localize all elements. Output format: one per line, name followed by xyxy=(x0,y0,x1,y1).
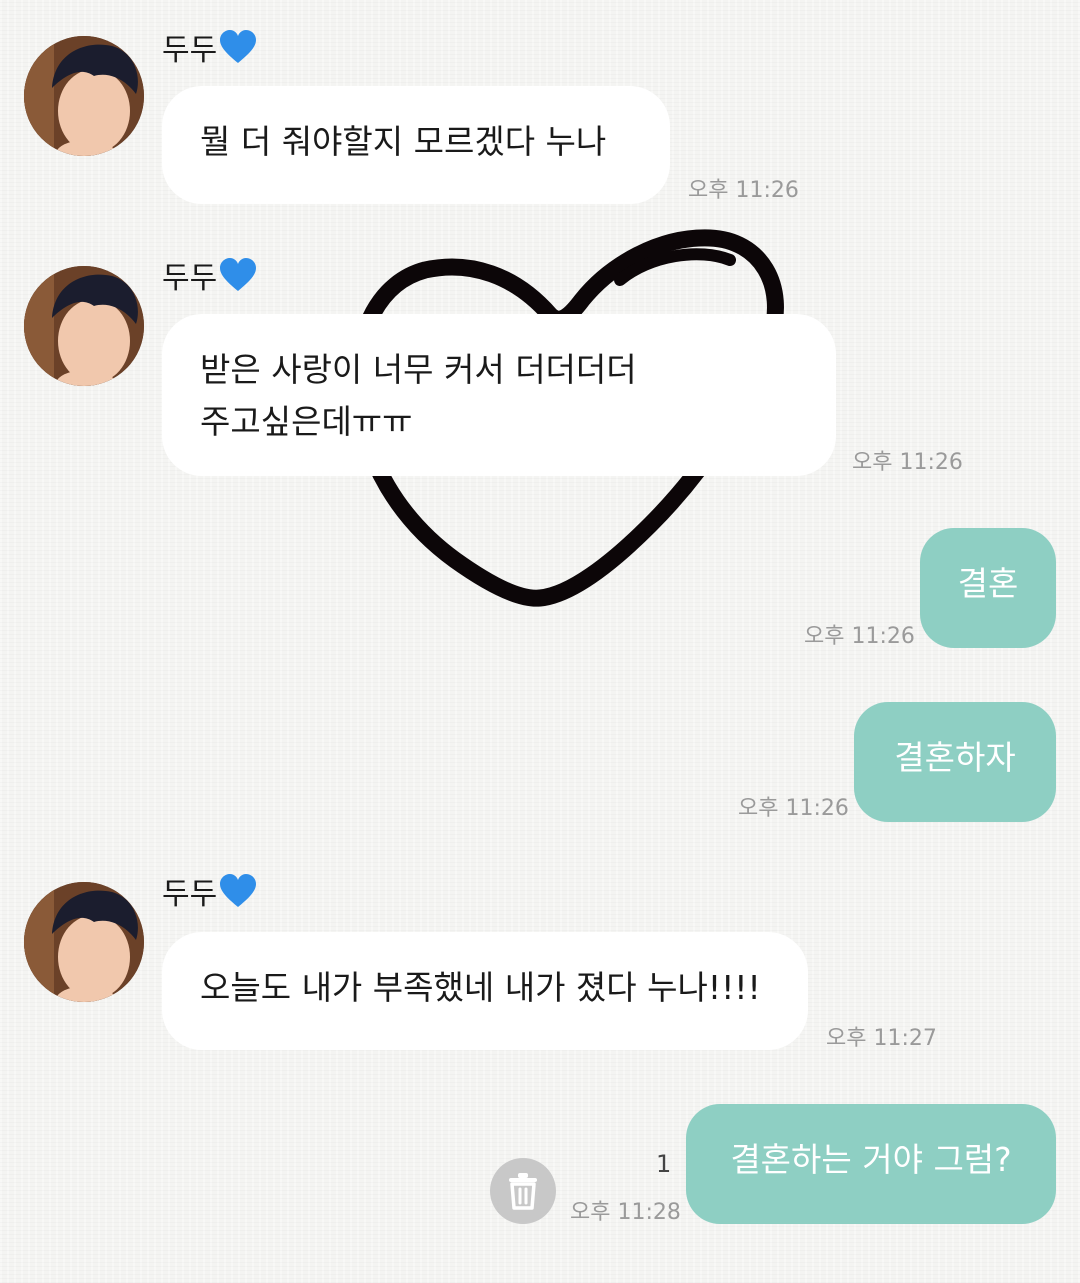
sender-name-text: 두두 xyxy=(162,877,218,912)
message-text-line: 주고싶은데ㅠㅠ xyxy=(200,402,413,441)
message-time: 오후 11:26 xyxy=(688,178,799,203)
message-time: 오후 11:27 xyxy=(826,1026,937,1051)
unread-count: 1 xyxy=(656,1150,672,1178)
message-text: 오늘도 내가 부족했네 내가 졌다 누나!!!! xyxy=(200,968,761,1007)
message-text: 결혼하는 거야 그럼? xyxy=(730,1140,1012,1179)
sender-avatar[interactable] xyxy=(24,266,144,386)
message-time: 오후 11:26 xyxy=(852,450,963,475)
sender-avatar[interactable] xyxy=(24,36,144,156)
blue-heart-icon xyxy=(219,258,257,301)
message-bubble-incoming[interactable]: 뭘 더 줘야할지 모르겠다 누나 xyxy=(162,86,670,204)
message-time: 오후 11:28 xyxy=(570,1200,681,1225)
sender-name: 두두 xyxy=(162,30,257,73)
delete-button[interactable] xyxy=(490,1158,556,1224)
message-bubble-incoming[interactable]: 받은 사랑이 너무 커서 더더더더 주고싶은데ㅠㅠ xyxy=(162,314,836,476)
message-text: 뭘 더 줘야할지 모르겠다 누나 xyxy=(200,122,607,161)
message-text: 결혼하자 xyxy=(894,738,1016,777)
message-text: 결혼 xyxy=(957,564,1019,603)
sender-name-text: 두두 xyxy=(162,33,218,68)
message-text-line: 받은 사랑이 너무 커서 더더더더 xyxy=(200,350,637,389)
blue-heart-icon xyxy=(219,874,257,917)
message-bubble-outgoing[interactable]: 결혼하는 거야 그럼? xyxy=(686,1104,1056,1224)
message-time: 오후 11:26 xyxy=(738,796,849,821)
message-bubble-incoming[interactable]: 오늘도 내가 부족했네 내가 졌다 누나!!!! xyxy=(162,932,808,1050)
sender-name: 두두 xyxy=(162,874,257,917)
sender-avatar[interactable] xyxy=(24,882,144,1002)
trash-icon xyxy=(509,1173,537,1210)
sender-name: 두두 xyxy=(162,258,257,301)
blue-heart-icon xyxy=(219,30,257,73)
message-time: 오후 11:26 xyxy=(804,624,915,649)
sender-name-text: 두두 xyxy=(162,261,218,296)
message-bubble-outgoing[interactable]: 결혼하자 xyxy=(854,702,1056,822)
message-bubble-outgoing[interactable]: 결혼 xyxy=(920,528,1056,648)
